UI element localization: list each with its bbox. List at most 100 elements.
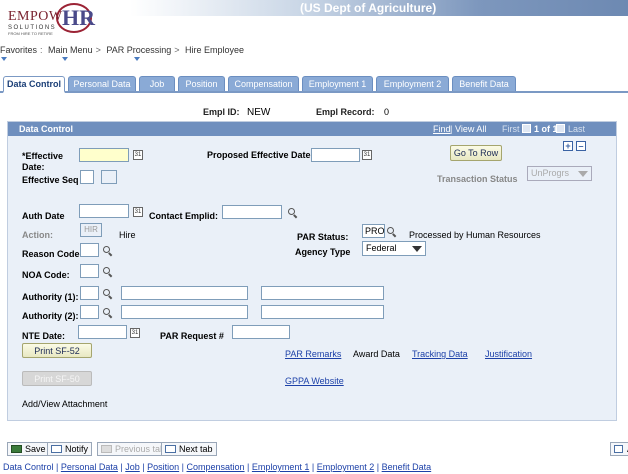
agency-type-label: Agency Type bbox=[295, 247, 351, 257]
par-processing-dropdown-icon[interactable] bbox=[134, 57, 140, 61]
authority-2-code-field[interactable] bbox=[80, 305, 99, 319]
breadcrumb-par-processing[interactable]: PAR Processing bbox=[106, 45, 171, 55]
next-tab-icon bbox=[165, 445, 176, 453]
authority-1-code-field[interactable] bbox=[80, 286, 99, 300]
authority-1-label: Authority (1): bbox=[22, 292, 79, 302]
par-request-field[interactable] bbox=[232, 325, 290, 339]
tab-employment-2[interactable]: Employment 2 bbox=[376, 76, 449, 91]
tab-compensation[interactable]: Compensation bbox=[228, 76, 299, 91]
action-field: HIR bbox=[80, 223, 102, 237]
agency-type-value: Federal bbox=[366, 243, 397, 253]
authority-1-description-field[interactable] bbox=[121, 286, 248, 300]
transaction-status-select: UnProgrs bbox=[527, 166, 592, 181]
reason-code-search-icon[interactable] bbox=[102, 245, 112, 255]
save-button[interactable]: Save bbox=[7, 442, 50, 456]
footer-link-employment-1[interactable]: Employment 1 bbox=[252, 462, 310, 472]
print-sf52-button[interactable]: Print SF-52 bbox=[22, 343, 92, 358]
contact-emplid-search-icon[interactable] bbox=[287, 207, 297, 217]
auth-date-field[interactable] bbox=[79, 204, 129, 218]
chevron-down-icon bbox=[578, 171, 588, 177]
last-arrow-icon[interactable] bbox=[556, 124, 565, 133]
effective-seq-field[interactable] bbox=[80, 170, 94, 184]
par-status-label: PAR Status: bbox=[297, 232, 349, 242]
gppa-website-link[interactable]: GPPA Website bbox=[285, 376, 344, 386]
next-tab-button[interactable]: Next tab bbox=[161, 442, 217, 456]
footer-link-data-control[interactable]: Data Control bbox=[3, 462, 54, 472]
action-description: Hire bbox=[119, 230, 136, 240]
footer-tab-links: Data Control | Personal Data | Job | Pos… bbox=[3, 462, 432, 472]
footer-link-job[interactable]: Job bbox=[125, 462, 140, 472]
par-status-field[interactable]: PRO bbox=[362, 224, 385, 238]
partial-toolbar-button[interactable]: A bbox=[610, 442, 628, 456]
effective-seq-field-2 bbox=[101, 170, 117, 184]
tab-job[interactable]: Job bbox=[139, 76, 175, 91]
breadcrumb-favorites[interactable]: Favorites bbox=[0, 45, 37, 55]
effective-seq-label: Effective Seq bbox=[22, 175, 79, 185]
previous-tab-icon bbox=[101, 445, 112, 453]
par-status-search-icon[interactable] bbox=[386, 226, 396, 236]
reason-code-label: Reason Code: bbox=[22, 249, 83, 259]
tab-benefit-data[interactable]: Benefit Data bbox=[452, 76, 516, 91]
view-all-link[interactable]: View All bbox=[455, 124, 486, 134]
noa-code-field[interactable] bbox=[80, 264, 99, 278]
noa-code-search-icon[interactable] bbox=[102, 266, 112, 276]
toolbar-icon bbox=[614, 445, 623, 453]
justification-link[interactable]: Justification bbox=[485, 349, 532, 359]
breadcrumb-hire-employee[interactable]: Hire Employee bbox=[185, 45, 244, 55]
authority-2-search-icon[interactable] bbox=[102, 307, 112, 317]
breadcrumb-main-menu[interactable]: Main Menu bbox=[48, 45, 93, 55]
notify-label: Notify bbox=[65, 444, 89, 454]
first-arrow-icon[interactable] bbox=[522, 124, 531, 133]
tab-position[interactable]: Position bbox=[178, 76, 225, 91]
proposed-effective-date-field[interactable] bbox=[311, 148, 360, 162]
authority-2-description-field[interactable] bbox=[121, 305, 248, 319]
notify-icon bbox=[51, 445, 62, 453]
panel-title: Data Control bbox=[19, 124, 73, 134]
footer-link-benefit-data[interactable]: Benefit Data bbox=[382, 462, 432, 472]
favorites-dropdown-icon[interactable] bbox=[1, 57, 7, 61]
nte-date-field[interactable] bbox=[78, 325, 127, 339]
authority-2-label: Authority (2): bbox=[22, 311, 79, 321]
add-view-attachment-label: Add/View Attachment bbox=[22, 399, 108, 409]
notify-button[interactable]: Notify bbox=[47, 442, 93, 456]
print-sf50-button: Print SF-50 bbox=[22, 371, 92, 386]
last-link[interactable]: Last bbox=[568, 124, 585, 134]
auth-date-calendar-icon[interactable]: 31 bbox=[133, 207, 143, 217]
tab-employment-1[interactable]: Employment 1 bbox=[302, 76, 373, 91]
tracking-data-link[interactable]: Tracking Data bbox=[412, 349, 468, 359]
nte-date-calendar-icon[interactable]: 31 bbox=[130, 328, 140, 338]
add-row-icon[interactable]: + bbox=[563, 141, 573, 151]
footer-link-compensation[interactable]: Compensation bbox=[187, 462, 245, 472]
breadcrumb-separator: > bbox=[174, 45, 180, 55]
agency-type-select[interactable]: Federal bbox=[362, 241, 426, 256]
row-count: 1 of 1 bbox=[534, 124, 558, 134]
tab-personal-data[interactable]: Personal Data bbox=[68, 76, 136, 91]
find-link[interactable]: Find bbox=[433, 124, 451, 134]
effective-date-label: *Effective Date: bbox=[22, 151, 64, 172]
award-data-label: Award Data bbox=[353, 349, 400, 359]
authority-1-extra-field[interactable] bbox=[261, 286, 384, 300]
tab-data-control[interactable]: Data Control bbox=[3, 76, 65, 93]
go-to-row-button[interactable]: Go To Row bbox=[450, 145, 502, 161]
action-label: Action: bbox=[22, 230, 53, 240]
contact-emplid-field[interactable] bbox=[222, 205, 282, 219]
main-menu-dropdown-icon[interactable] bbox=[62, 57, 68, 61]
effective-date-calendar-icon[interactable]: 31 bbox=[133, 150, 143, 160]
proposed-date-calendar-icon[interactable]: 31 bbox=[362, 150, 372, 160]
reason-code-field[interactable] bbox=[80, 243, 99, 257]
logo-hr-text: HR bbox=[62, 5, 95, 30]
proposed-effective-date-label: Proposed Effective Date: bbox=[207, 150, 314, 160]
par-remarks-link[interactable]: PAR Remarks bbox=[285, 349, 341, 359]
transaction-status-label: Transaction Status bbox=[437, 174, 518, 184]
authority-1-search-icon[interactable] bbox=[102, 288, 112, 298]
footer-link-employment-2[interactable]: Employment 2 bbox=[317, 462, 375, 472]
footer-link-personal-data[interactable]: Personal Data bbox=[61, 462, 118, 472]
footer-link-position[interactable]: Position bbox=[147, 462, 179, 472]
noa-code-label: NOA Code: bbox=[22, 270, 70, 280]
breadcrumb-separator: : bbox=[40, 45, 43, 55]
first-link[interactable]: First bbox=[502, 124, 520, 134]
authority-2-extra-field[interactable] bbox=[261, 305, 384, 319]
chevron-down-icon bbox=[412, 246, 422, 252]
delete-row-icon[interactable]: – bbox=[576, 141, 586, 151]
effective-date-field[interactable] bbox=[79, 148, 129, 162]
